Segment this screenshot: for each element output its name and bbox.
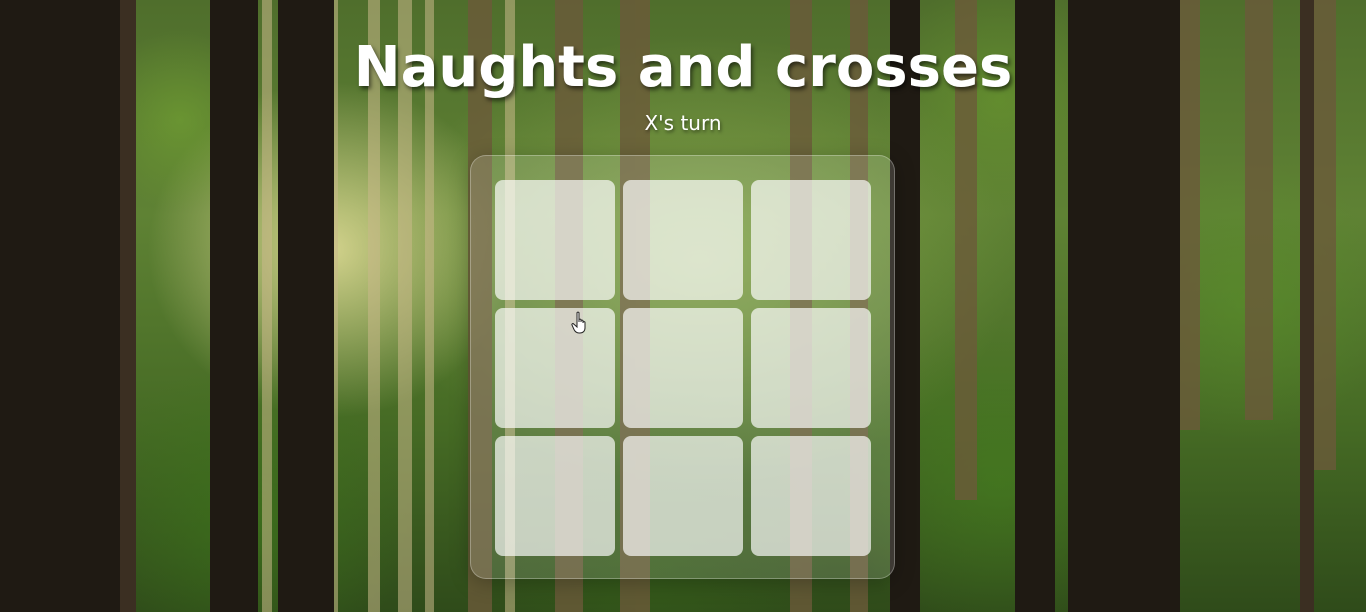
board-cell-6[interactable]	[751, 308, 871, 428]
board-cell-8[interactable]	[623, 436, 743, 556]
game-board	[470, 155, 895, 579]
board-cell-5[interactable]	[623, 308, 743, 428]
turn-status: X's turn	[644, 111, 722, 135]
board-cell-1[interactable]	[495, 180, 615, 300]
board-cell-4[interactable]	[495, 308, 615, 428]
board-cell-7[interactable]	[495, 436, 615, 556]
board-cell-3[interactable]	[751, 180, 871, 300]
page-title: Naughts and crosses	[353, 35, 1013, 100]
board-cell-2[interactable]	[623, 180, 743, 300]
board-cell-9[interactable]	[751, 436, 871, 556]
hand-pointer-icon	[571, 311, 586, 334]
